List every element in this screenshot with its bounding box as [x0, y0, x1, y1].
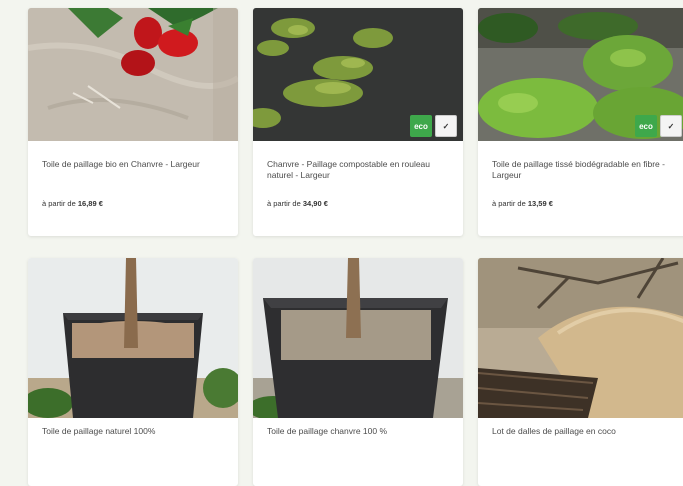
product-image[interactable] [253, 258, 463, 418]
product-price: à partir de 13,59 € [492, 199, 674, 208]
product-image[interactable] [28, 258, 238, 418]
product-title[interactable]: Toile de paillage tissé biodégradable en… [492, 159, 674, 181]
price-value: 16,89 € [77, 199, 103, 208]
product-image[interactable] [478, 258, 683, 418]
product-badges: eco ✓ [410, 115, 457, 137]
product-card[interactable]: eco ✓ Chanvre - Paillage compostable en … [253, 8, 463, 236]
product-card[interactable]: Toile de paillage bio en Chanvre - Large… [28, 8, 238, 236]
product-price: à partir de 16,89 € [42, 199, 224, 208]
product-image[interactable]: eco ✓ [478, 8, 683, 141]
price-value: 13,59 € [527, 199, 553, 208]
price-prefix: à partir de [492, 199, 526, 208]
product-title[interactable]: Chanvre - Paillage compostable en roulea… [267, 159, 449, 181]
product-title[interactable]: Toile de paillage chanvre 100 % [267, 426, 449, 448]
price-prefix: à partir de [42, 199, 76, 208]
product-card[interactable]: eco ✓ Toile de paillage tissé biodégrada… [478, 8, 683, 236]
product-title[interactable]: Lot de dalles de paillage en coco [492, 426, 674, 448]
certified-check-icon: ✓ [660, 115, 682, 137]
product-grid: Toile de paillage bio en Chanvre - Large… [28, 8, 683, 486]
product-price: à partir de 34,90 € [267, 199, 449, 208]
product-image[interactable]: eco ✓ [253, 8, 463, 141]
product-title[interactable]: Toile de paillage bio en Chanvre - Large… [42, 159, 224, 181]
product-badges: eco ✓ [635, 115, 682, 137]
product-title[interactable]: Toile de paillage naturel 100% [42, 426, 224, 448]
eco-label-icon: eco [635, 115, 657, 137]
price-prefix: à partir de [267, 199, 301, 208]
eco-label-icon: eco [410, 115, 432, 137]
product-image[interactable] [28, 8, 238, 141]
certified-check-icon: ✓ [435, 115, 457, 137]
price-value: 34,90 € [302, 199, 328, 208]
